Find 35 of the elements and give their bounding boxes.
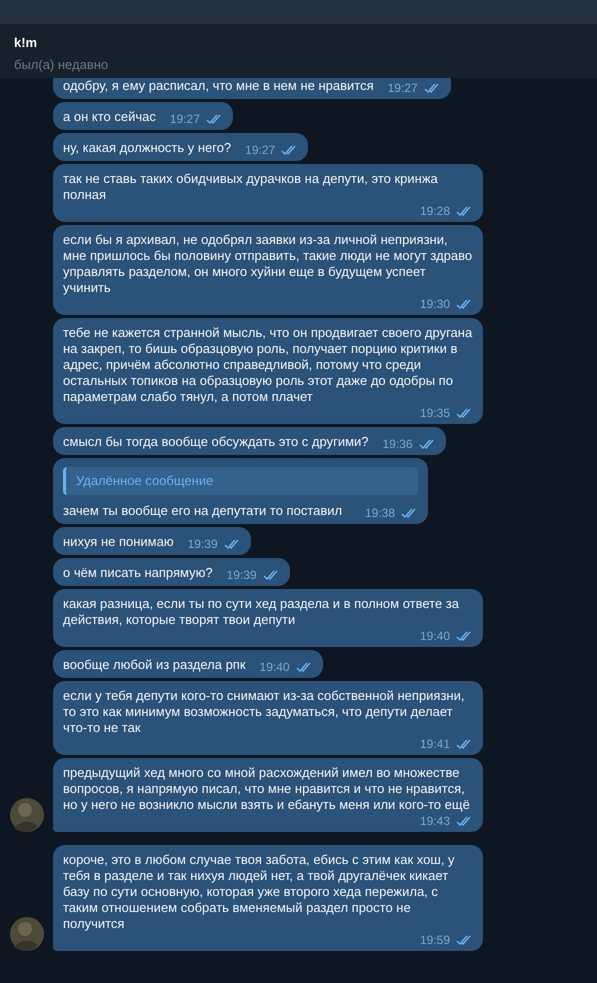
message-text: короче, это в любом случае твоя забота, ебись с этим как хош, у тебя в разделе и так нихуя людей нет, а твой другалёчек кикает базу по сути основную, которая уже второго хеда пережила, с таким отношением собрать вменяемый раздел просто не получится [63,852,456,932]
message-text: зачем ты вообще его на депутати то поставил [63,503,342,519]
message-text: какая разница, если ты по сути хед раздела и в полном ответе за действия, которые творят твои депути [63,596,460,628]
message-text: о чём писать напрямую? [63,565,213,581]
message-text: смысл бы тогда вообще обсуждать это с другими? [63,434,369,450]
message-time: 19:38 [364,506,395,520]
message-text: предыдущий хед много со мной расхождений имел во множестве вопросов, я напрямую писал, что мне нравится и что не нравится, но у него не возникло мысли взять и ебануть меня или кого-то ещё [63,765,471,813]
message-text: так не ставь таких обидчивых дурачков на депути, это кринжа полная [63,171,439,203]
message-time: 19:28 [420,204,450,218]
message-text: вообще любой из раздела рпк [63,657,246,673]
reply-quote[interactable]: Удалённое сообщение [63,467,418,495]
message-time: 19:27 [245,143,276,157]
message-text: тебе не кажется странной мысль, что он продвигает своего другана на закреп, то бишь образцовую роль, получает порцию критики в адрес, причём абсолютно справедливой, потому что среди остальных топиков на образцовую роль этот даже до одобры по параметрам слабо тянул, а потом плачет [63,325,473,405]
message-time: 19:39 [226,568,257,582]
message-time: 19:35 [420,406,450,420]
message-time: 19:59 [420,933,450,947]
message-time: 19:39 [188,537,218,551]
message-time: 19:40 [420,629,450,643]
message-time: 19:40 [260,660,290,674]
contact-name: k!m [14,35,38,50]
contact-status: был(а) недавно [14,57,108,72]
message-text: одобру, я ему расписал, что мне в нем не нравится [63,78,374,94]
message-text: ну, какая должность у него? [63,140,232,156]
message-text: а он кто сейчас [63,109,156,125]
message-text: если бы я архивал, не одобрял заявки из-за личной неприязни, мне пришлось бы половину отправить, такие люди не могут здраво управлять разделом, он много хуйни еще в будущем успеет учинить [63,232,473,296]
message-time: 19:30 [420,297,450,311]
message-text: нихуя не понимаю [63,534,174,550]
message-time: 19:27 [388,81,418,95]
message-time: 19:41 [420,737,450,751]
message-time: 19:43 [420,814,450,828]
message-time: 19:27 [170,112,200,126]
message-text: если у тебя депути кого-то снимают из-за собственной неприязни, то это как минимум возможность задуматься, что депути делает что-то не так [63,688,466,736]
message-time: 19:36 [382,437,413,451]
avatar[interactable] [10,798,44,832]
avatar[interactable] [10,917,44,951]
